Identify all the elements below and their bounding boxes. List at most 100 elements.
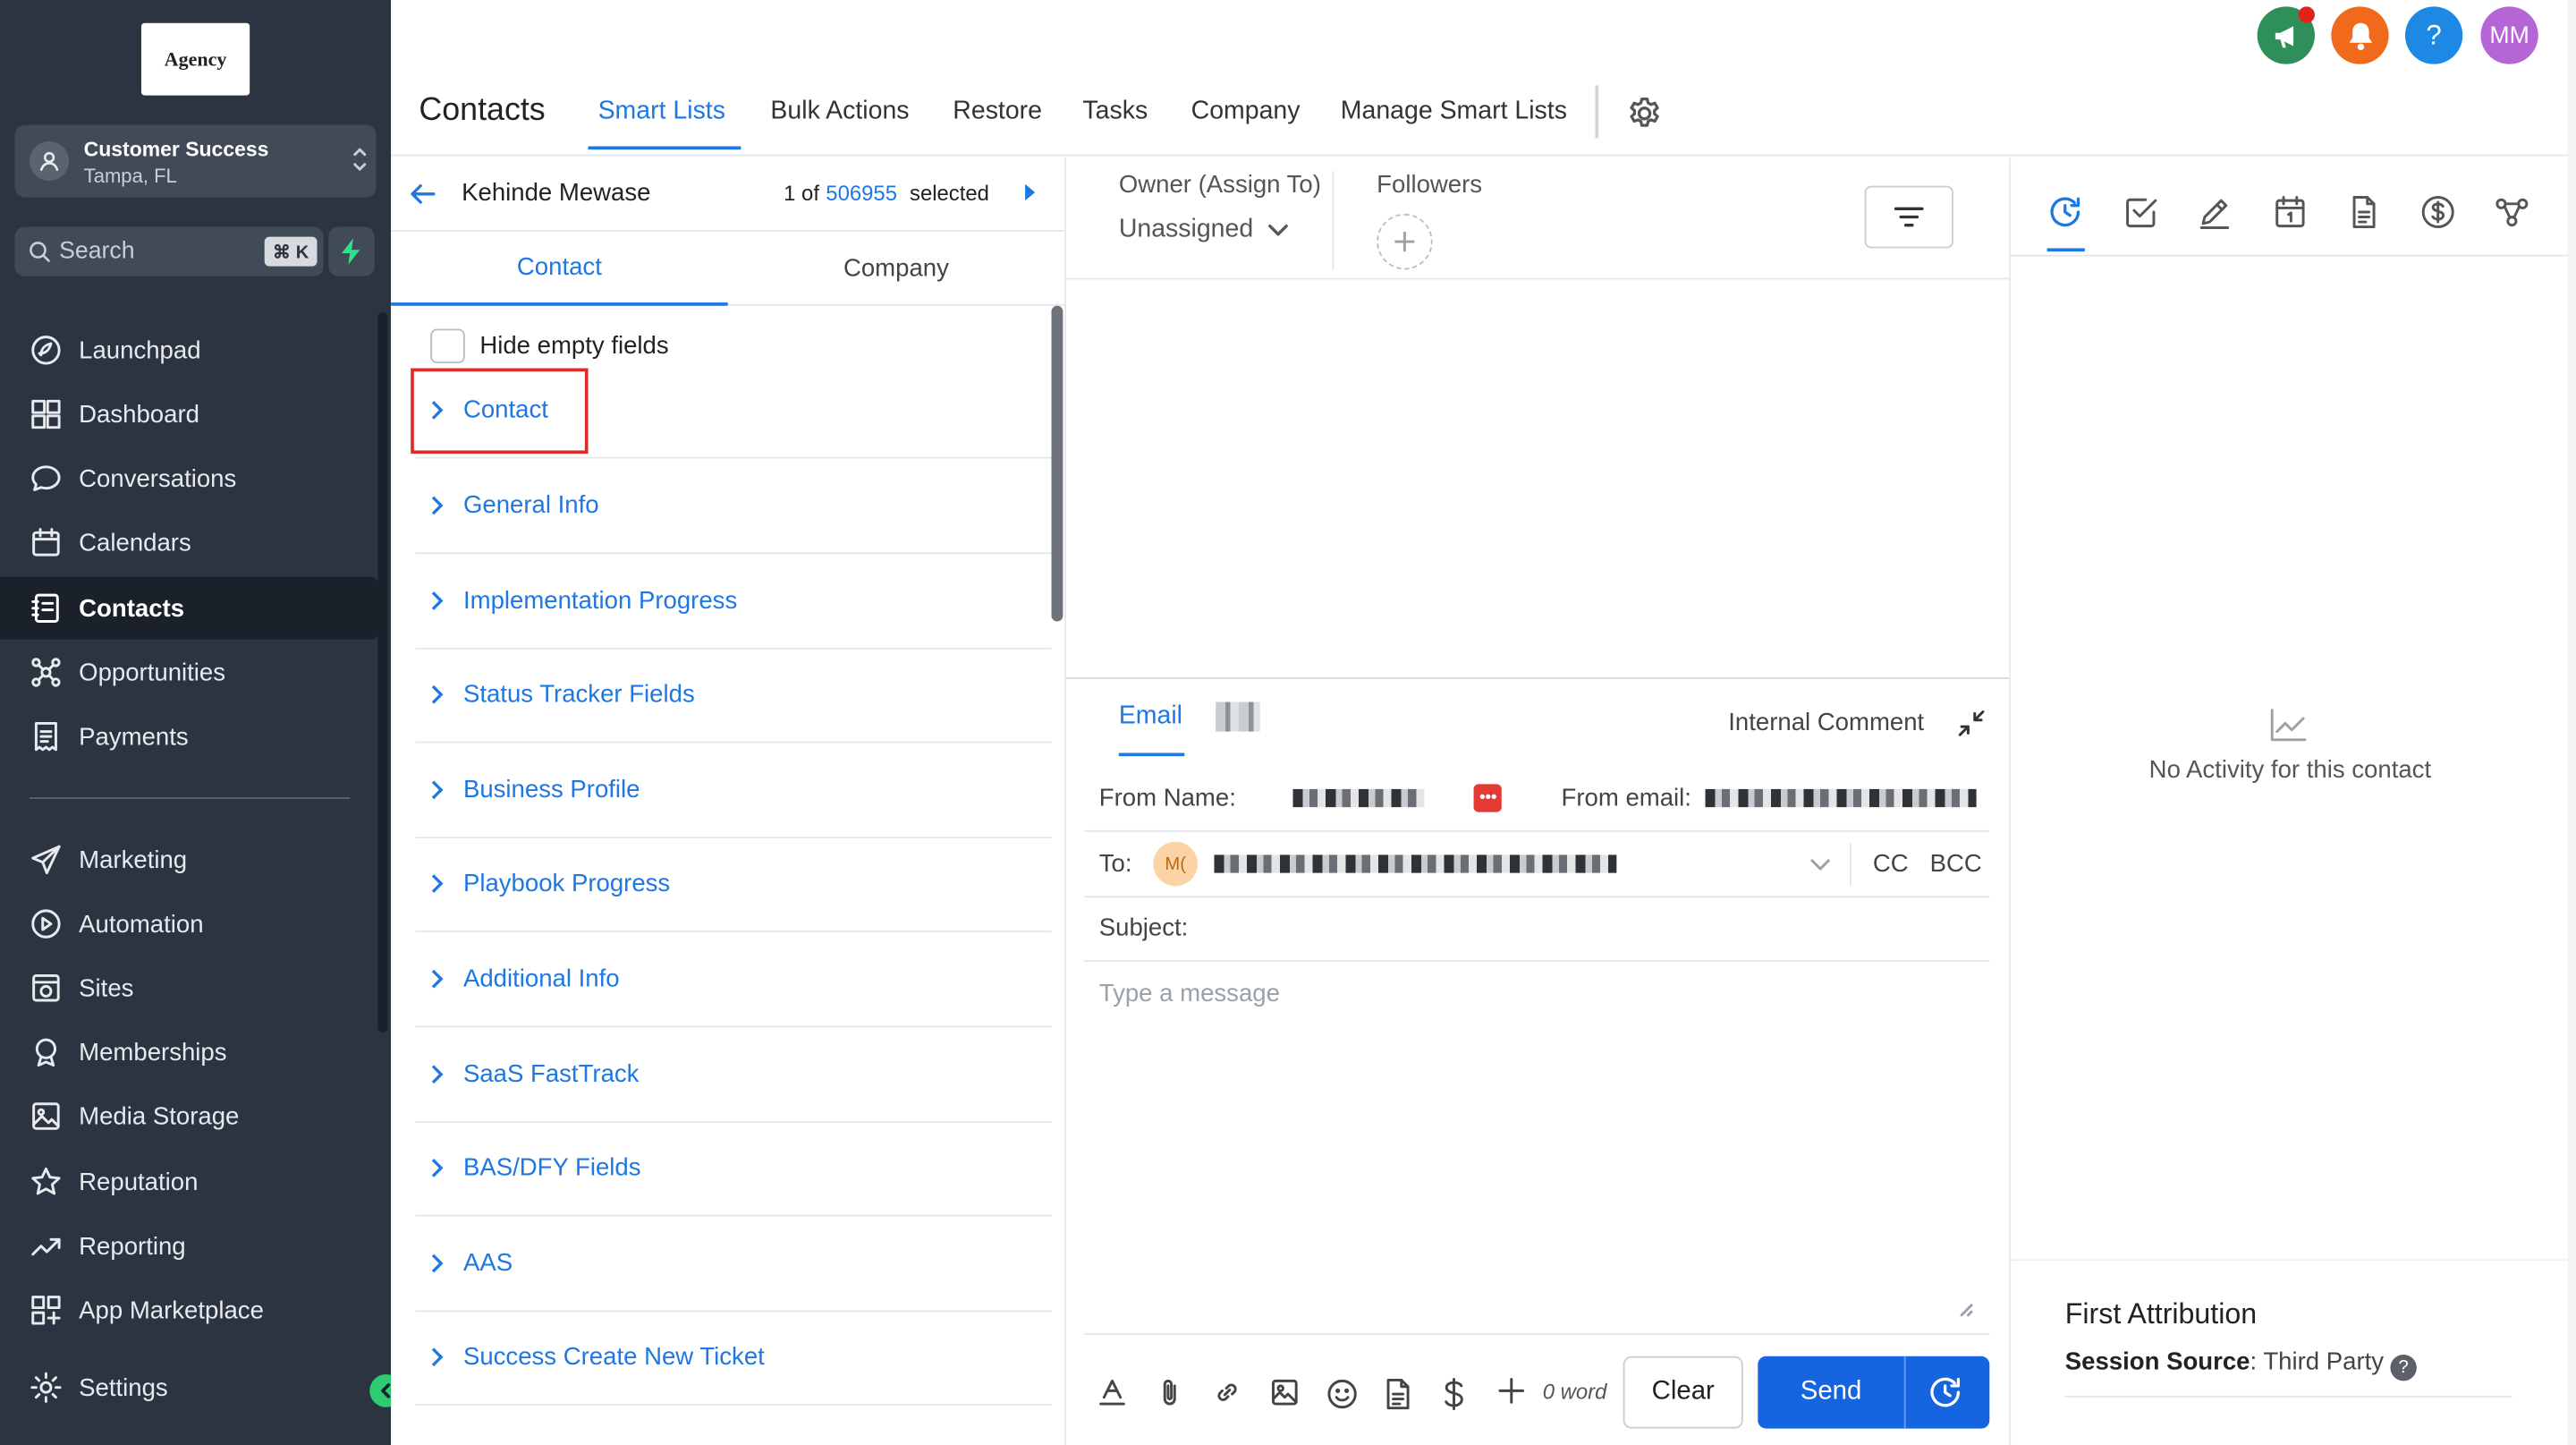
redacted-from-email[interactable] [1704, 788, 1976, 808]
page-scrollbar[interactable] [2567, 0, 2576, 1445]
filter-button[interactable] [1864, 185, 1953, 249]
chat-icon [31, 465, 61, 491]
panel-scrollbar[interactable] [1051, 305, 1063, 622]
section-aas[interactable]: AAS [415, 1217, 1052, 1313]
sidebar-item-marketing[interactable]: Marketing [0, 829, 377, 891]
tab-tasks[interactable]: Tasks [1082, 97, 1148, 126]
payments-dollar-circle-icon[interactable] [2420, 194, 2456, 230]
sidebar-item-sites[interactable]: Sites [0, 956, 377, 1019]
section-playbook-progress[interactable]: Playbook Progress [415, 837, 1052, 932]
add-follower-plus-icon[interactable] [1377, 213, 1433, 270]
schedule-clock-icon[interactable] [1927, 1374, 1962, 1410]
from-row: From Name: ••• From email: [1084, 766, 1990, 832]
activity-clock-icon[interactable] [2047, 194, 2083, 230]
sidebar-item-label: Payments [79, 722, 189, 751]
owner-label: Owner (Assign To) [1118, 171, 1321, 200]
sidebar-item-conversations[interactable]: Conversations [0, 447, 377, 510]
sidebar: Agency Customer Success Tampa, FL Search… [0, 0, 392, 1445]
back-arrow-icon[interactable] [408, 179, 437, 208]
resize-handle-icon[interactable] [1957, 1300, 1973, 1317]
sidebar-item-label: Reputation [79, 1168, 199, 1196]
section-additional-info[interactable]: Additional Info [415, 932, 1052, 1028]
help-question-icon[interactable]: ? [2390, 1354, 2417, 1381]
sidebar-item-reputation[interactable]: Reputation [0, 1151, 377, 1213]
composer-tab-email[interactable]: Email [1119, 702, 1182, 732]
tab-smart-lists[interactable]: Smart Lists [598, 97, 725, 126]
send-button[interactable]: Send [1758, 1356, 1903, 1429]
section-general-info[interactable]: General Info [415, 459, 1052, 555]
sidebar-item-app-marketplace[interactable]: App Marketplace [0, 1279, 377, 1341]
tab-company[interactable]: Company [728, 232, 1065, 306]
redacted-channel-tab[interactable] [1216, 701, 1260, 732]
text-format-icon[interactable] [1097, 1378, 1127, 1407]
sidebar-item-opportunities[interactable]: Opportunities [0, 642, 377, 704]
emoji-icon[interactable] [1326, 1378, 1359, 1411]
section-success-create-new-ticket[interactable]: Success Create New Ticket [415, 1310, 1052, 1406]
documents-icon[interactable] [2346, 194, 2382, 230]
section-implementation-progress[interactable]: Implementation Progress [415, 554, 1052, 650]
chevron-right-icon [431, 874, 444, 893]
image-icon[interactable] [1270, 1378, 1300, 1407]
workflows-network-icon[interactable] [2494, 194, 2529, 230]
tab-company[interactable]: Company [1191, 97, 1301, 126]
sidebar-item-media-storage[interactable]: Media Storage [0, 1085, 377, 1148]
user-avatar[interactable]: MM [2480, 6, 2538, 64]
composer-divider [1066, 676, 2010, 679]
sidebar-item-reporting[interactable]: Reporting [0, 1215, 377, 1278]
sidebar-item-memberships[interactable]: Memberships [0, 1021, 377, 1084]
notifications-bell-icon[interactable] [2331, 6, 2389, 64]
bcc-button[interactable]: BCC [1930, 850, 1982, 878]
clear-button[interactable]: Clear [1623, 1356, 1743, 1429]
to-label: To: [1098, 849, 1132, 879]
tab-bulk-actions[interactable]: Bulk Actions [770, 97, 909, 126]
hide-empty-checkbox[interactable] [430, 328, 465, 364]
total-count[interactable]: 506955 [826, 181, 897, 206]
section-label: Status Tracker Fields [462, 680, 695, 709]
tab-restore[interactable]: Restore [953, 97, 1042, 126]
sidebar-scrollbar[interactable] [377, 312, 388, 1033]
collapse-composer-icon[interactable] [1958, 710, 1985, 736]
attachment-paperclip-icon[interactable] [1155, 1378, 1184, 1407]
subject-row[interactable]: Subject: [1084, 896, 1990, 962]
sidebar-item-payments[interactable]: Payments [0, 705, 377, 768]
sidebar-item-contacts[interactable]: Contacts [0, 576, 378, 640]
hide-empty-fields-toggle[interactable]: Hide empty fields [430, 328, 669, 364]
sidebar-item-automation[interactable]: Automation [0, 893, 377, 956]
chevron-down-icon[interactable] [1810, 857, 1830, 871]
sidebar-item-settings[interactable]: Settings [0, 1356, 377, 1419]
appointments-calendar-icon[interactable] [2272, 194, 2308, 230]
announcement-megaphone-icon[interactable] [2257, 6, 2315, 64]
sidebar-search[interactable]: Search ⌘ K [14, 226, 324, 276]
payment-dollar-icon[interactable] [1443, 1378, 1466, 1411]
tab-manage-smart-lists[interactable]: Manage Smart Lists [1341, 97, 1567, 126]
sidebar-item-launchpad[interactable]: Launchpad [0, 319, 377, 381]
message-input[interactable]: Type a message [1099, 980, 1280, 1007]
template-document-icon[interactable] [1384, 1378, 1413, 1411]
next-record-caret-icon[interactable] [1023, 183, 1037, 202]
quick-actions-bolt-icon[interactable] [328, 226, 375, 276]
sidebar-item-calendars[interactable]: Calendars [0, 511, 377, 574]
link-icon[interactable] [1213, 1378, 1242, 1407]
contacts-icon [31, 593, 59, 623]
section-status-tracker-fields[interactable]: Status Tracker Fields [415, 648, 1052, 744]
help-icon[interactable]: ? [2404, 6, 2463, 64]
section-bas-dfy-fields[interactable]: BAS/DFY Fields [415, 1121, 1052, 1217]
section-saas-fasttrack[interactable]: SaaS FastTrack [415, 1027, 1052, 1123]
sidebar-item-dashboard[interactable]: Dashboard [0, 383, 377, 446]
redacted-recipient[interactable] [1214, 854, 1617, 873]
tab-contact[interactable]: Contact [391, 232, 728, 306]
tasks-checkbox-icon[interactable] [2123, 194, 2158, 230]
location-switcher[interactable]: Customer Success Tampa, FL [14, 124, 377, 198]
add-plus-icon[interactable] [1498, 1378, 1525, 1404]
section-business-profile[interactable]: Business Profile [415, 743, 1052, 839]
sidebar-item-label: Sites [79, 973, 134, 1002]
owner-dropdown[interactable]: Unassigned [1119, 216, 1288, 245]
notes-pencil-icon[interactable] [2197, 194, 2233, 230]
section-label: General Info [462, 491, 599, 520]
settings-gear-icon[interactable] [1626, 96, 1662, 132]
redacted-from-name[interactable] [1293, 788, 1426, 808]
star-icon [31, 1167, 61, 1195]
agency-logo[interactable]: Agency [140, 22, 250, 96]
cc-button[interactable]: CC [1873, 850, 1909, 878]
internal-comment-tab[interactable]: Internal Comment [1728, 709, 1924, 736]
